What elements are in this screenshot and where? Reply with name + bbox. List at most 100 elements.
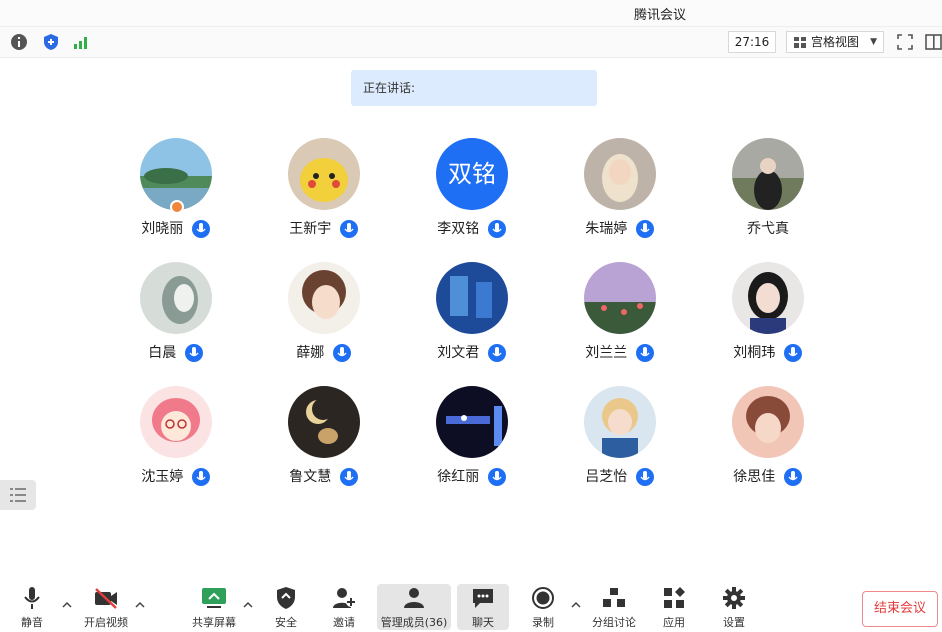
manage-members-label: 管理成员(36) [380, 616, 448, 629]
participant-tile[interactable]: 徐红丽 [402, 386, 542, 498]
share-screen-icon [202, 588, 226, 608]
view-mode-label: 宫格视图 [811, 35, 860, 49]
mute-button[interactable]: 静音 [12, 584, 52, 630]
participant-tile[interactable]: 白晨 [106, 262, 246, 374]
participant-tile[interactable]: 王新宇 [254, 138, 394, 250]
gear-icon [723, 587, 745, 609]
participant-name: 乔弋真 [747, 221, 789, 237]
avatar [584, 138, 656, 210]
start-video-button[interactable]: 开启视频 [80, 584, 132, 630]
view-mode-button[interactable]: 宫格视图 ▼ [786, 31, 884, 53]
participant-name: 朱瑞婷 [585, 221, 628, 237]
avatar [584, 262, 656, 334]
avatar [288, 386, 360, 458]
participant-tile[interactable]: 刘桐玮 [698, 262, 838, 374]
mic-on-icon [184, 344, 203, 362]
settings-button[interactable]: 设置 [714, 584, 754, 630]
mic-on-icon [191, 468, 210, 486]
mic-on-icon [487, 220, 506, 238]
participant-tile[interactable]: 薛娜 [254, 262, 394, 374]
security-button[interactable]: 安全 [266, 584, 306, 630]
chevron-up-icon[interactable] [570, 600, 582, 610]
participant-tile[interactable]: 沈玉婷 [106, 386, 246, 498]
meeting-timer: 27:16 [728, 31, 776, 53]
participant-tile[interactable]: 刘晓丽 [106, 138, 246, 250]
mic-on-icon [332, 344, 351, 362]
list-icon [10, 488, 26, 502]
microphone-icon [24, 587, 40, 609]
mic-on-icon [635, 344, 654, 362]
add-user-icon [333, 588, 356, 608]
participant-name: 沈玉婷 [141, 469, 184, 485]
members-icon [404, 588, 424, 608]
participant-name: 吕芝怡 [585, 469, 628, 485]
participant-name: 刘兰兰 [585, 345, 628, 361]
invite-label: 邀请 [333, 616, 355, 629]
share-screen-label: 共享屏幕 [192, 616, 236, 629]
participant-tile[interactable]: 乔弋真 [698, 138, 838, 250]
participant-name: 刘文君 [437, 345, 480, 361]
mic-on-icon [339, 220, 358, 238]
avatar: 双铭 [436, 138, 508, 210]
window-mode-icon[interactable] [925, 34, 942, 50]
shield-icon[interactable] [42, 33, 60, 51]
breakout-icon [603, 588, 625, 607]
mic-on-icon [339, 468, 358, 486]
participant-name: 刘晓丽 [141, 221, 184, 237]
participant-tile[interactable]: 吕芝怡 [550, 386, 690, 498]
chevron-up-icon[interactable] [242, 600, 254, 610]
mic-on-icon [191, 220, 210, 238]
avatar [732, 262, 804, 334]
participant-tile[interactable]: 刘兰兰 [550, 262, 690, 374]
start-video-label: 开启视频 [84, 616, 128, 629]
avatar [436, 262, 508, 334]
record-label: 录制 [532, 616, 554, 629]
mic-on-icon [783, 344, 802, 362]
participant-name: 白晨 [148, 345, 177, 361]
chat-icon [473, 589, 493, 608]
participant-tile[interactable]: 鲁文慧 [254, 386, 394, 498]
mic-on-icon [487, 468, 506, 486]
avatar [732, 138, 804, 210]
avatar [732, 386, 804, 458]
share-screen-button[interactable]: 共享屏幕 [188, 584, 240, 630]
avatar [436, 386, 508, 458]
avatar [140, 386, 212, 458]
participant-tile[interactable]: 刘文君 [402, 262, 542, 374]
manage-members-button[interactable]: 管理成员(36) [377, 584, 451, 630]
avatar [140, 262, 212, 334]
info-icon[interactable] [10, 33, 28, 51]
record-icon [532, 587, 554, 609]
participant-tile[interactable]: 徐思佳 [698, 386, 838, 498]
grid-view-icon [794, 37, 806, 48]
participant-tile[interactable]: 双铭 李双铭 [402, 138, 542, 250]
side-panel-handle[interactable] [0, 480, 36, 510]
participant-name: 李双铭 [437, 221, 480, 237]
mute-label: 静音 [21, 616, 43, 629]
avatar [584, 386, 656, 458]
chevron-up-icon[interactable] [61, 600, 73, 610]
chat-button[interactable]: 聊天 [457, 584, 509, 630]
apps-button[interactable]: 应用 [654, 584, 694, 630]
fullscreen-icon[interactable] [896, 33, 914, 51]
shield-icon [277, 587, 295, 609]
apps-icon [664, 587, 685, 608]
settings-label: 设置 [723, 616, 745, 629]
end-meeting-button[interactable]: 结束会议 [862, 591, 938, 627]
participant-name: 鲁文慧 [289, 469, 332, 485]
avatar [288, 138, 360, 210]
breakout-rooms-label: 分组讨论 [592, 616, 636, 629]
participant-name: 徐思佳 [733, 469, 776, 485]
mic-on-icon [487, 344, 506, 362]
mic-on-icon [635, 220, 654, 238]
participant-tile[interactable]: 朱瑞婷 [550, 138, 690, 250]
caret-down-icon: ▼ [870, 37, 877, 47]
record-button[interactable]: 录制 [523, 584, 563, 630]
signal-icon[interactable] [72, 33, 90, 51]
chevron-up-icon[interactable] [134, 600, 146, 610]
breakout-rooms-button[interactable]: 分组讨论 [588, 584, 640, 630]
participant-name: 刘桐玮 [733, 345, 776, 361]
participant-name: 徐红丽 [437, 469, 480, 485]
window-title: 腾讯会议 [633, 8, 686, 23]
invite-button[interactable]: 邀请 [324, 584, 364, 630]
